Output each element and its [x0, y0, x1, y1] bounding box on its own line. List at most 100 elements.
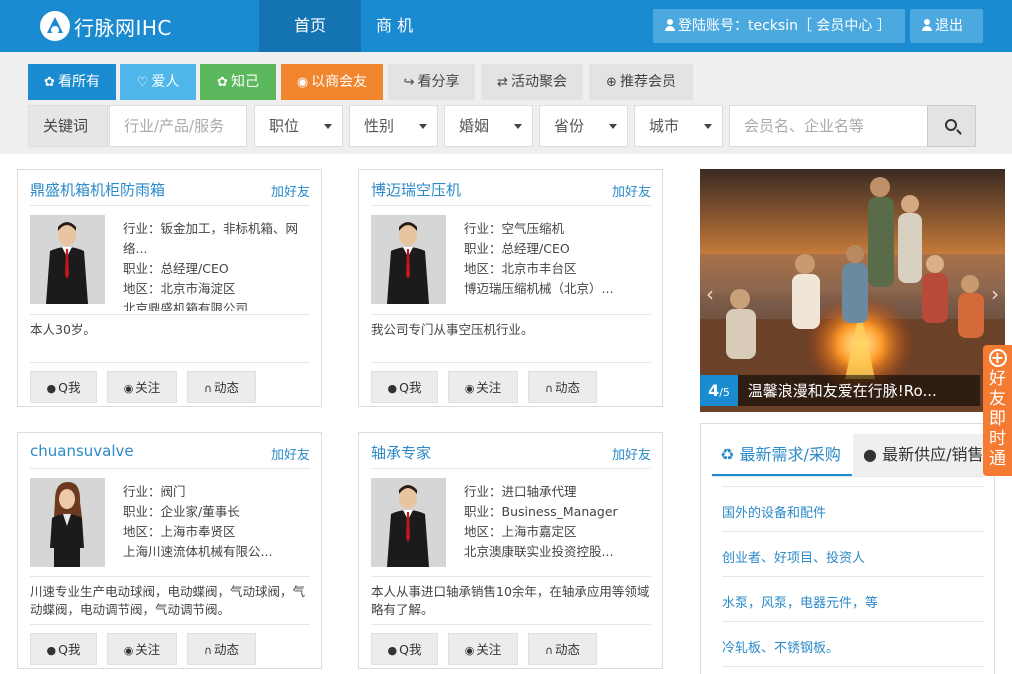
activity-button[interactable]: ∩ 动态	[187, 633, 256, 665]
activity-button[interactable]: ∩ 动态	[187, 371, 256, 403]
friend-bar-char: 友	[989, 389, 1006, 409]
member-search-input[interactable]: 会员名、企业名等	[729, 105, 928, 147]
card-actions: ● Q我 ◉ 关注 ∩ 动态	[30, 624, 310, 670]
tab-recommended[interactable]: ⊕ 推荐会员	[589, 64, 693, 100]
chevron-down-icon	[609, 124, 617, 129]
avatar[interactable]	[30, 215, 105, 304]
member-card: chuansuvalve 加好友 行业：阀门 职业：企业家/董事长 地区：上海市…	[17, 432, 322, 669]
add-friend-link[interactable]: 加好友	[612, 181, 651, 200]
tab-label: 以商会友	[311, 74, 368, 90]
tab-label: 知己	[230, 74, 259, 90]
follow-button[interactable]: ◉ 关注	[448, 371, 518, 403]
keyword-input[interactable]: 行业/产品/服务	[109, 105, 247, 147]
tab-label: 最新供应/销售	[882, 445, 984, 464]
chevron-down-icon	[419, 124, 427, 129]
qq-icon: ●	[46, 382, 57, 395]
marriage-select[interactable]: 婚姻	[444, 105, 533, 147]
slider-prev-arrow[interactable]: ‹	[706, 282, 714, 306]
divider	[722, 666, 984, 667]
qq-label: Q我	[58, 642, 81, 657]
instant-friend-bar[interactable]: + 好 友 即 时 通	[983, 345, 1012, 476]
slide-current: 4	[708, 381, 720, 400]
gender-select[interactable]: 性别	[349, 105, 438, 147]
friend-bar-char: 好	[989, 369, 1006, 389]
top-navbar: 行脉网IHC 首页 HOME 商 机 登陆账号：tecksin［ 会员中心 ］ …	[0, 0, 1012, 87]
headphones-icon: ∩	[544, 382, 554, 395]
region-text: 地区：北京市丰台区	[464, 261, 577, 276]
nav-home[interactable]: 首页 HOME	[259, 0, 361, 87]
nav-business[interactable]: 商 机	[366, 0, 423, 52]
tab-shares[interactable]: ↪ 看分享	[388, 64, 475, 100]
share-icon: ↪	[403, 75, 415, 90]
businesswoman-avatar-icon	[30, 478, 105, 567]
tab-latest-supply[interactable]: ● 最新供应/销售	[853, 434, 993, 476]
tab-business-friends[interactable]: ◉ 以商会友	[281, 64, 383, 100]
add-friend-link[interactable]: 加好友	[271, 181, 310, 200]
member-card: 鼎盛机箱机柜防雨箱 加好友 行业：钣金加工，非标机箱、网络... 职业：总经理/…	[17, 169, 322, 407]
photo-slider[interactable]: ‹ › 4/5 温馨浪漫和友爱在行脉!Ro...	[700, 169, 1005, 412]
tab-events[interactable]: ⇄ 活动聚会	[481, 64, 583, 100]
activity-label: 动态	[555, 642, 581, 657]
qq-icon: ●	[387, 382, 398, 395]
avatar[interactable]	[371, 215, 446, 304]
avatar[interactable]	[30, 478, 105, 567]
eye-icon: ◉	[123, 644, 134, 657]
tab-latest-demand[interactable]: ♻ 最新需求/采购	[712, 434, 852, 476]
follow-label: 关注	[476, 380, 502, 395]
region-text: 地区：上海市奉贤区	[123, 524, 236, 539]
demand-item[interactable]: 国外的设备和配件	[722, 502, 826, 521]
member-name[interactable]: 鼎盛机箱机柜防雨箱	[30, 179, 165, 200]
qq-button[interactable]: ● Q我	[371, 633, 438, 665]
account-button[interactable]: 登陆账号：tecksin［ 会员中心 ］	[653, 9, 905, 43]
site-logo[interactable]: 行脉网IHC	[40, 10, 172, 42]
slider-caption[interactable]: 4/5 温馨浪漫和友爱在行脉!Ro...	[700, 375, 980, 406]
friend-bar-char: 时	[989, 429, 1006, 449]
demand-panel: ♻ 最新需求/采购 ● 最新供应/销售 国外的设备和配件 创业者、好项目、投资人…	[700, 423, 995, 674]
follow-button[interactable]: ◉ 关注	[448, 633, 518, 665]
demand-item[interactable]: 冷轧板、不锈钢板。	[722, 637, 839, 656]
avatar[interactable]	[371, 478, 446, 567]
qq-label: Q我	[399, 642, 422, 657]
follow-button[interactable]: ◉ 关注	[107, 633, 177, 665]
position-text: 职业：企业家/董事长	[123, 504, 240, 519]
qq-button[interactable]: ● Q我	[30, 633, 97, 665]
filter-panel: ✿ 看所有 ♡ 爱人 ✿ 知己 ◉ 以商会友 ↪ 看分享 ⇄ 活动聚会 ⊕ 推荐会员 关键词 …	[0, 52, 1012, 154]
province-value: 省份	[554, 117, 585, 135]
friend-bar-char: 通	[989, 449, 1006, 469]
tab-lover[interactable]: ♡ 爱人	[120, 64, 196, 100]
paw-icon: ✿	[44, 75, 55, 90]
follow-button[interactable]: ◉ 关注	[107, 371, 177, 403]
city-select[interactable]: 城市	[634, 105, 723, 147]
slide-total: /5	[719, 386, 730, 399]
qq-icon: ●	[46, 644, 57, 657]
slider-next-arrow[interactable]: ›	[991, 282, 999, 306]
qq-button[interactable]: ● Q我	[30, 371, 97, 403]
tab-confidant[interactable]: ✿ 知己	[200, 64, 276, 100]
add-friend-link[interactable]: 加好友	[612, 444, 651, 463]
position-text: 职业：Business_Manager	[464, 504, 618, 519]
position-select[interactable]: 职位	[254, 105, 343, 147]
search-button[interactable]	[927, 105, 976, 147]
card-header: chuansuvalve 加好友	[30, 433, 310, 469]
industry-text: 行业：进口轴承代理	[464, 484, 577, 499]
activity-button[interactable]: ∩ 动态	[528, 633, 597, 665]
demand-item[interactable]: 水泵，风泵，电器元件，等	[722, 592, 878, 611]
member-name[interactable]: chuansuvalve	[30, 442, 134, 460]
logout-button[interactable]: 退出	[910, 9, 983, 43]
member-card: 轴承专家 加好友 行业：进口轴承代理 职业：Business_Manager 地…	[358, 432, 663, 669]
company-text: 博迈瑞压缩机械（北京）...	[464, 281, 614, 296]
add-friend-link[interactable]: 加好友	[271, 444, 310, 463]
member-name[interactable]: 博迈瑞空压机	[371, 179, 461, 200]
province-select[interactable]: 省份	[539, 105, 628, 147]
tab-all[interactable]: ✿ 看所有	[28, 64, 116, 100]
demand-item[interactable]: 创业者、好项目、投资人	[722, 547, 865, 566]
keyword-placeholder: 行业/产品/服务	[124, 117, 225, 135]
user-icon	[922, 19, 932, 31]
businessman-avatar-icon	[371, 478, 446, 567]
qq-icon: ●	[387, 644, 398, 657]
plus-icon: +	[988, 349, 1007, 367]
member-name[interactable]: 轴承专家	[371, 442, 431, 463]
logout-label: 退出	[935, 18, 963, 34]
activity-button[interactable]: ∩ 动态	[528, 371, 597, 403]
qq-button[interactable]: ● Q我	[371, 371, 438, 403]
